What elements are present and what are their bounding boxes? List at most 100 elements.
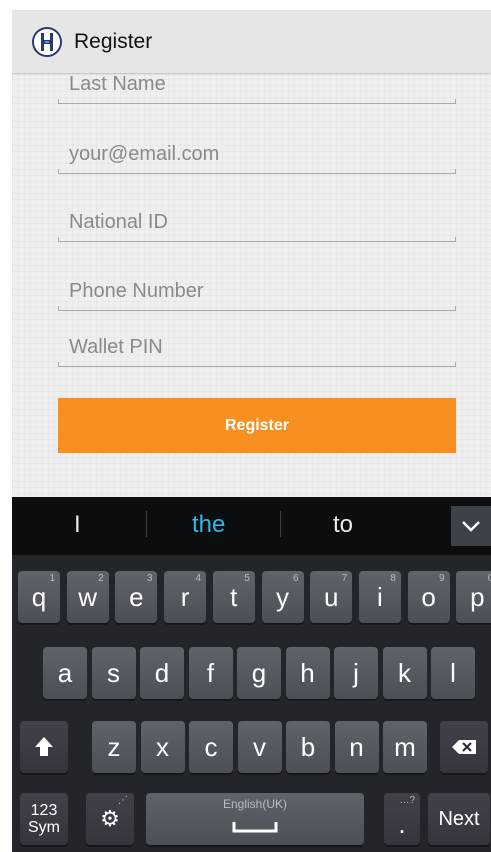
settings-hint: ⋰ [118,795,128,806]
suggestion-3[interactable]: to [333,511,353,539]
next-key-label: Next [438,807,480,830]
key-hint: 7 [341,573,348,584]
key-hint: 9 [439,573,445,584]
key-y[interactable]: 6y [261,571,304,623]
key-v[interactable]: v [237,721,282,773]
key-label: y [276,581,289,612]
key-label: z [107,731,121,762]
key-q[interactable]: 1q [18,571,60,623]
key-hint: 6 [292,573,299,584]
key-c[interactable]: c [189,721,233,773]
key-hint: 4 [195,573,202,584]
key-label: b [300,731,316,762]
key-p[interactable]: 0p [456,571,491,623]
key-label: m [394,731,416,762]
wallet-pin-field[interactable]: Wallet PIN [58,326,456,367]
page-title: Register [74,29,153,53]
key-label: t [230,581,238,612]
action-bar: Register [12,10,491,73]
suggestion-strip: I the to [12,497,491,555]
key-hint: 5 [244,573,250,584]
key-label: f [206,657,215,688]
period-key[interactable]: …? . [384,793,420,845]
soft-keyboard: I the to 123 Sym ⋰ ⚙ English(UK) …? . Ne… [12,497,491,852]
key-label: o [421,581,436,612]
key-m[interactable]: m [383,721,427,773]
shift-icon [35,737,53,756]
key-b[interactable]: b [286,721,330,773]
key-label: k [398,657,411,688]
key-a[interactable]: a [43,647,87,699]
key-n[interactable]: n [334,721,379,773]
key-o[interactable]: 9o [407,571,450,623]
backspace-icon [452,740,476,754]
key-s[interactable]: s [91,647,136,699]
key-label: p [470,581,485,612]
suggestion-2[interactable]: the [192,511,225,539]
key-x[interactable]: x [140,721,185,773]
key-label: v [253,731,266,762]
period-key-label: . [398,808,406,839]
key-label: x [156,731,169,762]
key-label: h [300,657,315,688]
suggestion-divider [280,511,281,537]
key-r[interactable]: 4r [164,571,207,623]
gear-icon: ⚙ [100,806,120,831]
space-bar-icon [232,822,278,833]
period-key-hint: …? [399,795,415,806]
phone-number-field[interactable]: Phone Number [58,270,456,311]
key-label: r [180,581,190,612]
national-id-field[interactable]: National ID [58,201,456,242]
key-label: q [31,581,47,612]
key-e[interactable]: 3e [115,571,158,623]
key-label: n [349,731,364,762]
suggestion-1[interactable]: I [74,511,81,539]
key-h[interactable]: h [285,647,330,699]
key-label: d [154,657,170,688]
symbols-key[interactable]: 123 Sym [20,793,68,845]
key-label: j [353,657,359,688]
phone-number-placeholder: Phone Number [69,280,204,302]
wallet-pin-placeholder: Wallet PIN [69,336,163,358]
space-key[interactable]: English(UK) [146,793,364,845]
suggestion-divider [146,511,147,537]
keyboard-language-label: English(UK) [222,797,288,811]
register-button[interactable]: Register [58,398,456,453]
key-label: c [204,731,218,762]
key-u[interactable]: 7u [310,571,353,623]
email-placeholder: your@email.com [69,143,220,165]
key-hint: 2 [98,573,104,584]
key-f[interactable]: f [188,647,233,699]
key-z[interactable]: z [92,721,136,773]
email-field[interactable]: your@email.com [58,133,456,174]
shift-key[interactable] [20,721,68,773]
key-k[interactable]: k [382,647,427,699]
key-t[interactable]: 5t [212,571,255,623]
key-label: l [450,657,456,688]
key-label: a [57,657,73,688]
key-label: i [377,581,383,612]
backspace-key[interactable] [440,721,488,773]
chevron-down-icon[interactable] [451,506,491,546]
key-hint: 1 [49,573,55,584]
key-i[interactable]: 8i [358,571,401,623]
last-name-field[interactable]: Last Name [58,73,456,104]
settings-key[interactable]: ⋰ ⚙ [86,793,134,845]
next-key[interactable]: Next [428,793,490,845]
key-label: g [251,657,267,688]
key-g[interactable]: g [237,647,281,699]
screen: Register Last Name your@email.com Nation… [12,10,491,852]
key-d[interactable]: d [140,647,184,699]
key-hint: 3 [146,573,153,584]
app-logo-icon[interactable] [32,26,62,57]
symbols-key-label: 123 Sym [28,802,60,836]
key-j[interactable]: j [334,647,378,699]
key-label: w [78,581,98,612]
key-label: s [107,657,120,688]
key-l[interactable]: l [431,647,475,699]
last-name-placeholder: Last Name [69,73,166,95]
key-label: e [129,581,144,612]
key-w[interactable]: 2w [66,571,109,623]
key-label: u [323,581,339,612]
national-id-placeholder: National ID [69,211,168,233]
